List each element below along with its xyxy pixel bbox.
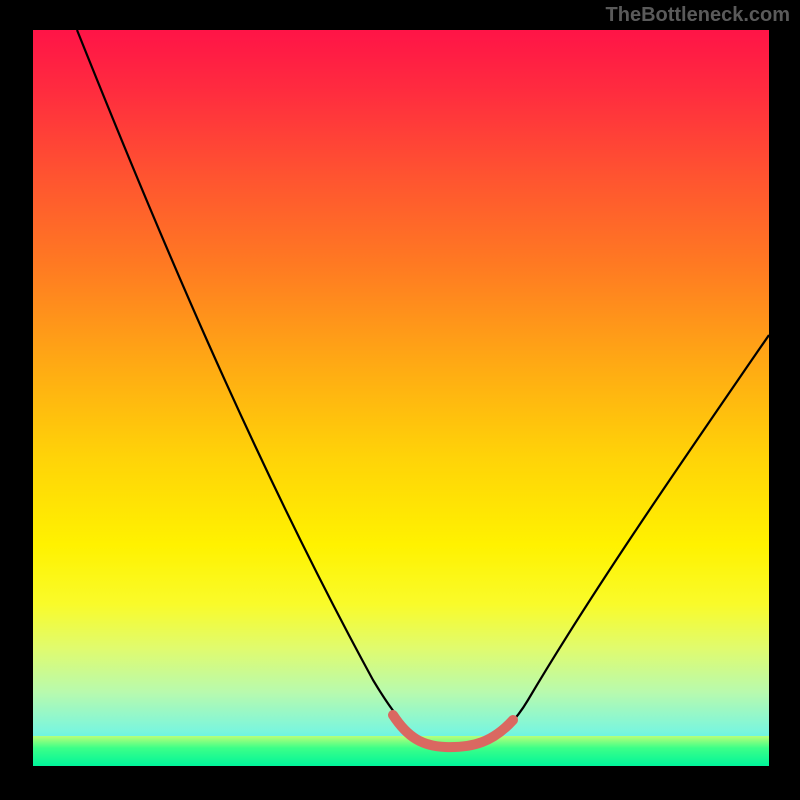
plot-area (33, 30, 769, 766)
minimum-highlight (393, 715, 513, 747)
curve-svg (33, 30, 769, 766)
bottleneck-curve-line (77, 30, 769, 746)
watermark-text: TheBottleneck.com (606, 4, 790, 27)
chart-container: TheBottleneck.com (0, 0, 800, 800)
